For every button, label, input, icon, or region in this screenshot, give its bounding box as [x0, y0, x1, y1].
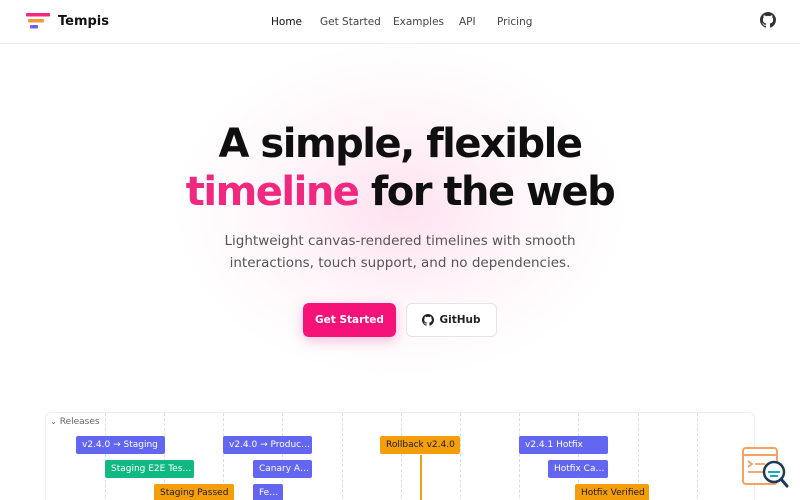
search-document-icon[interactable] — [741, 446, 789, 490]
timeline-group-toggle[interactable]: ⌄ Releases — [50, 416, 100, 428]
hero-title-rest: for the web — [358, 169, 616, 215]
timeline-event[interactable]: v2.4.0 → Produc… — [223, 436, 312, 454]
github-icon — [422, 314, 435, 326]
timeline-gridline — [697, 413, 698, 500]
timeline-gridline — [105, 413, 106, 500]
timeline-event[interactable]: Hotfix Verified — [575, 484, 649, 500]
hero-subtitle-line-2: interactions, touch support, and no depe… — [229, 255, 571, 271]
github-button-label: GitHub — [439, 314, 481, 326]
timeline-group-label: Releases — [59, 417, 100, 427]
timeline-event[interactable]: Staging E2E Tes… — [105, 460, 194, 478]
github-icon[interactable] — [760, 12, 776, 28]
timeline-event[interactable]: v2.4.0 → Staging — [76, 436, 165, 454]
timeline-gridline — [519, 413, 520, 500]
nav-home[interactable]: Home — [271, 14, 302, 30]
nav-get-started[interactable]: Get Started — [320, 14, 381, 30]
hero-subtitle-line-1: Lightweight canvas-rendered timelines wi… — [224, 233, 576, 249]
timeline-event[interactable]: v2.4.1 Hotfix — [519, 436, 608, 454]
nav-api[interactable]: API — [459, 14, 476, 30]
rollback-marker-line — [420, 455, 422, 500]
timeline-event[interactable]: Canary A… — [253, 460, 312, 478]
top-nav-bar: Tempis Home Get Started Examples API Pri… — [0, 0, 800, 44]
timeline-gridline — [342, 413, 343, 500]
timeline-event[interactable]: Fe… — [253, 484, 283, 500]
timeline-gridline — [401, 413, 402, 500]
timeline-event[interactable]: Hotfix Ca… — [548, 460, 608, 478]
nav-examples[interactable]: Examples — [393, 14, 444, 30]
hero-title-line-2: timeline for the web — [0, 168, 800, 216]
chevron-down-icon: ⌄ — [50, 417, 57, 426]
hero-title-line-1: A simple, flexible — [218, 121, 583, 167]
timeline-gridline — [460, 413, 461, 500]
hero-title-accent: timeline — [185, 169, 360, 215]
main-nav: Home Get Started Examples API Pricing — [0, 14, 800, 32]
nav-pricing[interactable]: Pricing — [497, 14, 532, 30]
github-button[interactable]: GitHub — [406, 303, 497, 337]
timeline-demo[interactable]: ⌄ Releases v2.4.0 → Staging Staging E2E … — [45, 412, 755, 500]
timeline-event[interactable]: Staging Passed — [154, 484, 234, 500]
timeline-event[interactable]: Rollback v2.4.0 — [380, 436, 460, 454]
get-started-button[interactable]: Get Started — [303, 303, 396, 337]
